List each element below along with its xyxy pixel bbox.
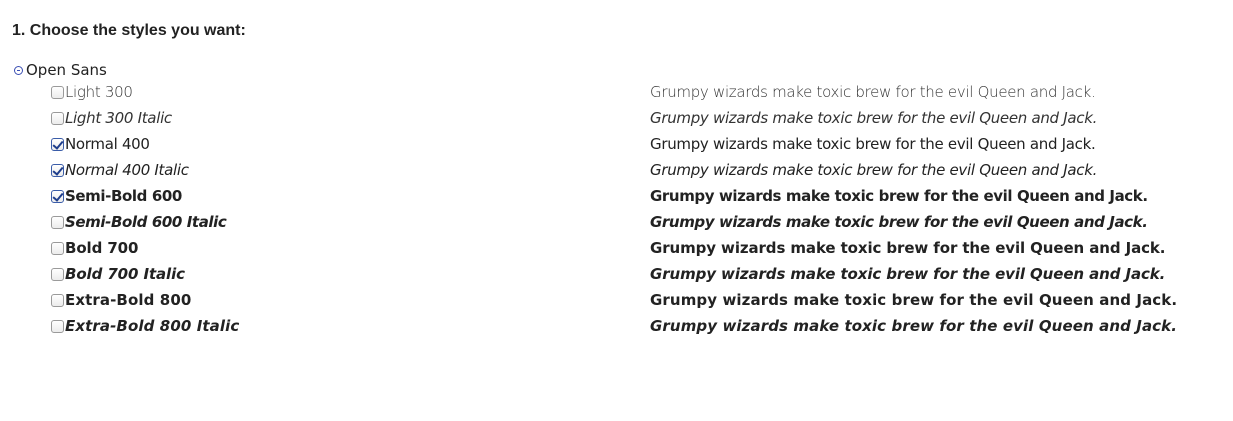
sample-text-preview: Grumpy wizards make toxic brew for the e… (650, 187, 1148, 205)
style-checkbox[interactable] (51, 137, 64, 151)
style-option-light-300-italic[interactable]: Light 300 Italic (51, 109, 172, 127)
font-style-row: Light 300 Grumpy wizards make toxic brew … (51, 79, 1191, 105)
style-checkbox[interactable] (51, 189, 64, 203)
style-option-light-300[interactable]: Light 300 (51, 83, 133, 101)
font-family-toggle[interactable]: Open Sans (14, 60, 107, 80)
style-option-semi-bold-600[interactable]: Semi-Bold 600 (51, 187, 182, 205)
font-family-name: Open Sans (26, 61, 107, 79)
style-label-text: Bold 700 Italic (65, 265, 185, 283)
style-option-bold-700-italic[interactable]: Bold 700 Italic (51, 265, 185, 283)
font-style-row: Extra-Bold 800 Grumpy wizards make toxic … (51, 287, 1191, 313)
style-option-normal-400[interactable]: Normal 400 (51, 135, 150, 153)
font-style-row: Semi-Bold 600 Italic Grumpy wizards make … (51, 209, 1191, 235)
sample-text-preview: Grumpy wizards make toxic brew for the e… (650, 135, 1096, 153)
style-option-bold-700[interactable]: Bold 700 (51, 239, 138, 257)
sample-text-preview: Grumpy wizards make toxic brew for the e… (650, 317, 1178, 335)
style-label-text: Light 300 Italic (65, 109, 172, 127)
style-checkbox[interactable] (51, 85, 64, 99)
style-label-text: Light 300 (65, 83, 133, 101)
sample-text-preview: Grumpy wizards make toxic brew for the e… (650, 265, 1166, 283)
style-checkbox[interactable] (51, 293, 64, 307)
style-label-text: Bold 700 (65, 239, 139, 257)
style-option-normal-400-italic[interactable]: Normal 400 Italic (51, 161, 189, 179)
style-option-semi-bold-600-italic[interactable]: Semi-Bold 600 Italic (51, 213, 227, 231)
style-checkbox[interactable] (51, 319, 64, 333)
font-style-list: Light 300 Grumpy wizards make toxic brew … (51, 79, 1191, 339)
style-label-text: Extra-Bold 800 Italic (65, 317, 240, 335)
sample-text-preview: Grumpy wizards make toxic brew for the e… (650, 239, 1166, 257)
font-style-row: Bold 700 Italic Grumpy wizards make toxic… (51, 261, 1191, 287)
font-style-row: Normal 400 Grumpy wizards make toxic brew… (51, 131, 1191, 157)
style-checkbox[interactable] (51, 267, 64, 281)
sample-text-preview: Grumpy wizards make toxic brew for the e… (650, 213, 1148, 231)
style-option-extra-bold-800-italic[interactable]: Extra-Bold 800 Italic (51, 317, 239, 335)
font-style-row: Semi-Bold 600 Grumpy wizards make toxic b… (51, 183, 1191, 209)
style-label-text: Extra-Bold 800 (65, 291, 192, 309)
sample-text-preview: Grumpy wizards make toxic brew for the e… (650, 161, 1098, 179)
style-label-text: Semi-Bold 600 (65, 187, 182, 205)
font-style-row: Normal 400 Italic Grumpy wizards make tox… (51, 157, 1191, 183)
font-style-row: Extra-Bold 800 Italic Grumpy wizards make… (51, 313, 1191, 339)
style-checkbox[interactable] (51, 111, 64, 125)
step-heading: 1. Choose the styles you want: (12, 22, 246, 39)
style-label-text: Normal 400 (65, 135, 150, 153)
sample-text-preview: Grumpy wizards make toxic brew for the e… (650, 291, 1178, 309)
font-style-row: Light 300 Italic Grumpy wizards make toxi… (51, 105, 1191, 131)
collapse-circle-icon[interactable] (14, 65, 23, 75)
style-checkbox[interactable] (51, 215, 64, 229)
style-option-extra-bold-800[interactable]: Extra-Bold 800 (51, 291, 191, 309)
style-checkbox[interactable] (51, 163, 64, 177)
sample-text-preview: Grumpy wizards make toxic brew for the e… (650, 109, 1098, 127)
style-label-text: Normal 400 Italic (65, 161, 189, 179)
style-checkbox[interactable] (51, 241, 64, 255)
sample-text-preview: Grumpy wizards make toxic brew for the e… (650, 83, 1096, 101)
font-style-row: Bold 700 Grumpy wizards make toxic brew f… (51, 235, 1191, 261)
style-label-text: Semi-Bold 600 Italic (65, 213, 227, 231)
